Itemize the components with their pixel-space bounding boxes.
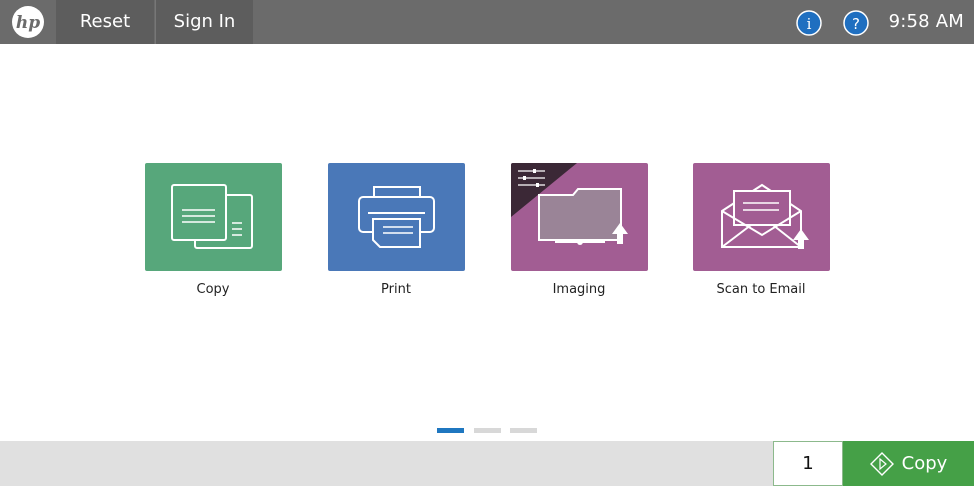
print-tile[interactable]	[328, 163, 465, 271]
imaging-tile-label: Imaging	[552, 282, 606, 297]
hp-logo-icon: hp	[12, 6, 44, 38]
reset-button[interactable]: Reset	[56, 0, 154, 44]
help-icon[interactable]: ?	[843, 10, 869, 36]
scan-to-email-tile-label: Scan to Email	[716, 282, 806, 297]
svg-text:hp: hp	[16, 13, 40, 33]
printer-icon	[358, 186, 435, 248]
print-tile-label: Print	[381, 282, 411, 297]
copy-tile[interactable]	[145, 163, 282, 271]
imaging-tile[interactable]	[511, 163, 648, 271]
copy-tile-label: Copy	[196, 282, 230, 297]
pager-dot-3[interactable]	[510, 428, 537, 433]
info-icon[interactable]: i	[796, 10, 822, 36]
hp-logo: hp	[0, 0, 56, 44]
scan-to-email-tile[interactable]	[693, 163, 830, 271]
pager-dot-2[interactable]	[474, 428, 501, 433]
start-diamond-icon	[869, 451, 894, 476]
copies-count-field[interactable]: 1	[773, 441, 843, 486]
start-copy-button-label: Copy	[901, 453, 948, 474]
start-copy-button[interactable]: Copy	[843, 441, 974, 486]
pager-dot-1[interactable]	[437, 428, 464, 433]
sign-in-button[interactable]: Sign In	[155, 0, 253, 44]
svg-text:?: ?	[852, 15, 860, 33]
svg-text:i: i	[807, 15, 812, 33]
copy-documents-icon	[171, 184, 253, 249]
top-bar: hp Reset Sign In i ? 9:58 AM	[0, 0, 974, 44]
clock: 9:58 AM	[888, 11, 964, 32]
envelope-upload-icon	[721, 183, 809, 249]
settings-sliders-icon	[518, 169, 545, 187]
